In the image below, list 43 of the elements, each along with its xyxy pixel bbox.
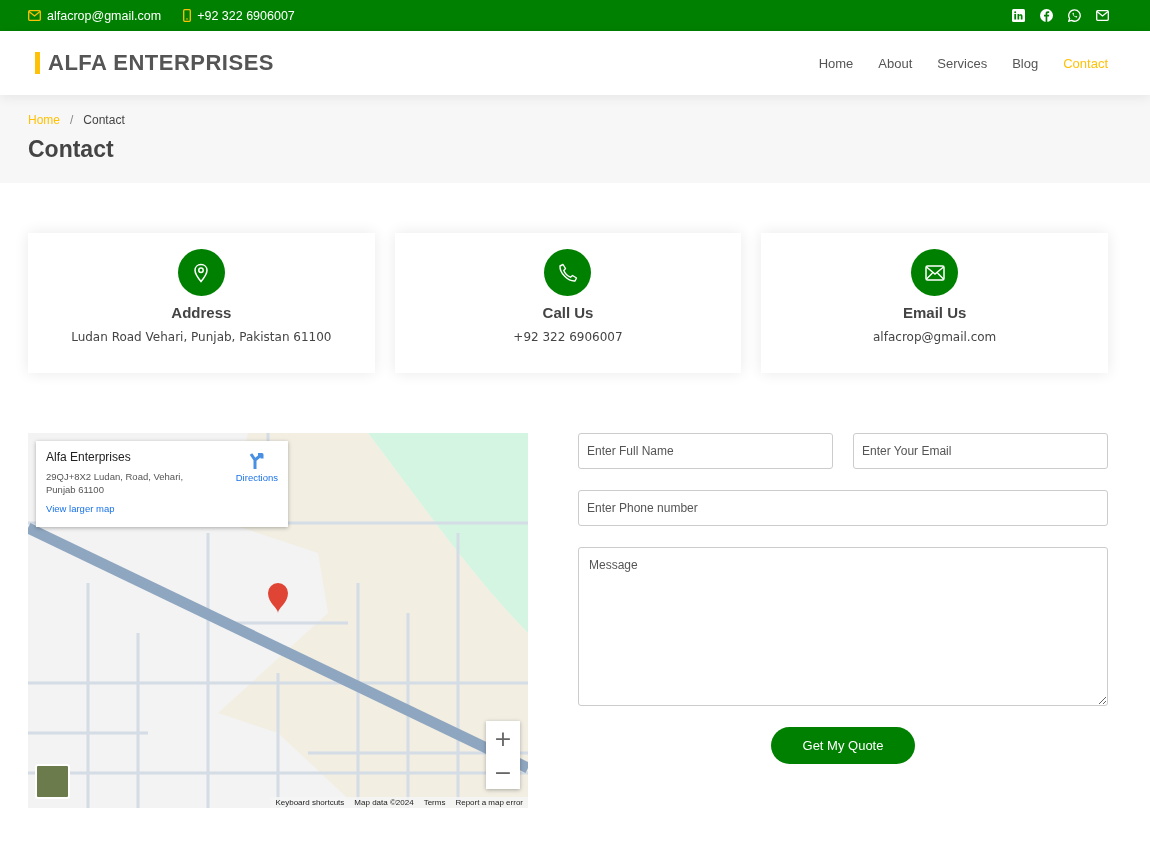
nav-link[interactable]: Services <box>937 55 988 71</box>
attribution-link[interactable]: Keyboard shortcuts <box>275 798 345 807</box>
map-view[interactable]: Alfa Enterprises 29QJ+8X2 Ludan, Road, Vehari, Punjab 61100 View larger map Directions + − Keyboard shortcuts Map data ©2024 Terms Report a map error <box>28 433 528 808</box>
location-pin-icon <box>177 249 225 296</box>
card-text: Ludan Road Vehari, Punjab, Pakistan 61100 <box>71 330 332 344</box>
linkedin-icon[interactable] <box>1012 9 1025 22</box>
envelope-icon <box>28 10 41 21</box>
directions-icon[interactable] <box>247 452 266 470</box>
email-field[interactable]: Enter Your Email <box>853 433 1108 469</box>
phone-field[interactable]: Enter Phone number <box>578 490 1108 526</box>
logo-text[interactable]: ALFA ENTERPRISES <box>48 50 274 76</box>
zoom-in-button[interactable]: + <box>486 721 520 755</box>
mobile-phone-icon <box>183 9 192 22</box>
breadcrumb-current: Contact <box>83 113 125 127</box>
place-address: 29QJ+8X2 Ludan, Road, Vehari, Punjab 61100 <box>46 470 185 496</box>
whatsapp-icon[interactable] <box>1068 9 1081 22</box>
submit-button[interactable]: Get My Quote <box>771 727 915 764</box>
directions-link[interactable]: Directions <box>235 472 278 483</box>
place-name: Alfa Enterprises <box>46 450 132 464</box>
phone-text: +92 322 6906007 <box>197 8 295 23</box>
attribution-link[interactable]: Map data ©2024 <box>354 798 414 807</box>
full-name-field[interactable]: Enter Full Name <box>578 433 833 469</box>
card-text: +92 322 6906007 <box>513 330 623 344</box>
email-text: alfacrop@gmail.com <box>47 8 162 23</box>
zoom-out-button[interactable]: − <box>486 755 520 789</box>
envelope-icon <box>911 249 959 296</box>
envelope-icon[interactable] <box>1096 10 1109 21</box>
facebook-icon[interactable] <box>1040 9 1053 22</box>
nav-link[interactable]: About <box>878 55 913 71</box>
card-title: Address <box>171 304 232 321</box>
breadcrumb-separator: / <box>70 113 74 127</box>
card-title: Call Us <box>542 304 594 321</box>
view-larger-map-link[interactable]: View larger map <box>46 503 236 514</box>
nav-link[interactable]: Blog <box>1012 55 1039 71</box>
card-text: alfacrop@gmail.com <box>873 330 997 344</box>
nav-link[interactable]: Home <box>818 55 854 71</box>
attribution-link[interactable]: Terms <box>423 798 446 807</box>
attribution-link[interactable]: Report a map error <box>455 798 523 807</box>
card-title: Email Us <box>902 304 967 321</box>
message-field[interactable]: Message <box>578 547 1108 706</box>
page-title: Contact <box>28 136 115 163</box>
logo-bar <box>35 52 40 74</box>
phone-icon <box>544 249 592 296</box>
